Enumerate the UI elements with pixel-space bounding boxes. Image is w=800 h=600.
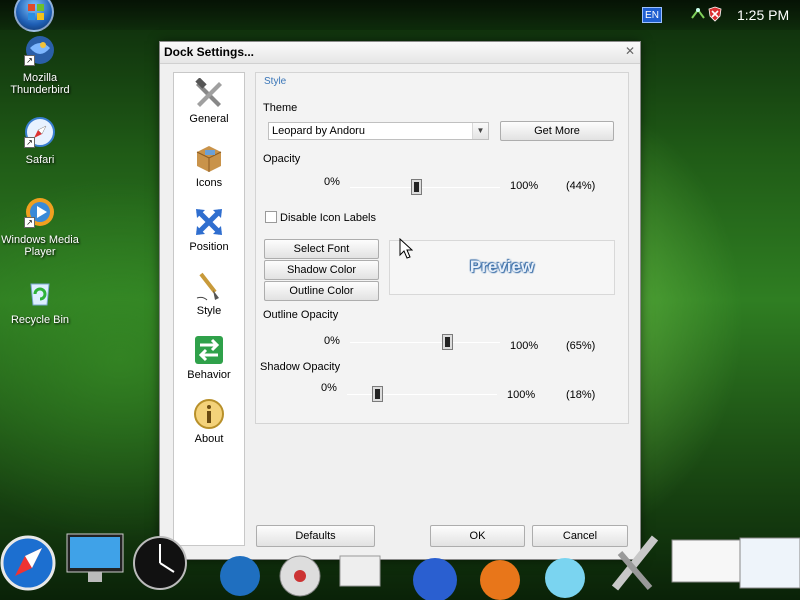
settings-nav: General Icons Position Style Behavior Ab… (173, 72, 245, 546)
clock-dock-icon[interactable] (133, 536, 187, 590)
monitor-dock-icon[interactable] (66, 533, 124, 582)
theme-select[interactable]: Leopard by Andoru ▼ (268, 122, 489, 140)
box-icon (193, 142, 225, 174)
desktop-icon-label: Mozilla Thunderbird (10, 72, 70, 96)
disable-labels-label[interactable]: Disable Icon Labels (280, 212, 376, 224)
dialog-titlebar[interactable]: Dock Settings... ✕ (160, 42, 640, 64)
desktop-icon-media-player[interactable]: ↗ Windows Media Player (0, 196, 80, 258)
top-bar: EN 1:25 PM (0, 0, 800, 32)
firefox-dock-icon[interactable] (480, 560, 520, 600)
shadow-opacity-max: 100% (507, 389, 536, 401)
shortcut-arrow-icon: ↗ (24, 137, 35, 148)
thunderbird-icon: ↗ (24, 34, 56, 66)
nav-label: Icons (195, 177, 223, 189)
media-player-icon: ↗ (24, 196, 56, 228)
preview-text: Preview (469, 257, 535, 276)
nav-item-about[interactable]: About (174, 398, 244, 445)
arrows-swap-icon (193, 334, 225, 366)
disable-labels-checkbox[interactable] (265, 211, 277, 223)
safari-dock-icon[interactable] (0, 535, 56, 591)
shadow-opacity-slider-thumb[interactable] (372, 386, 383, 402)
globe-dock-icon[interactable] (220, 556, 260, 596)
brush-icon (193, 270, 225, 302)
nav-item-position[interactable]: Position (174, 206, 244, 253)
group-title-style: Style (264, 76, 287, 87)
opacity-slider[interactable] (350, 187, 500, 188)
dialog-title: Dock Settings... (164, 45, 255, 59)
chevron-down-icon[interactable]: ▼ (472, 123, 488, 139)
desktop-icon-safari[interactable]: ↗ Safari (0, 116, 80, 166)
get-more-button[interactable]: Get More (500, 121, 614, 141)
outline-color-button[interactable]: Outline Color (264, 281, 379, 301)
outline-opacity-label: Outline Opacity (263, 309, 339, 321)
window-thumbnail-1[interactable] (671, 539, 743, 583)
shadow-opacity-label: Shadow Opacity (260, 361, 341, 373)
dock (0, 528, 800, 600)
desktop-icon-label: Windows Media Player (1, 234, 79, 258)
outline-opacity-min: 0% (324, 335, 340, 347)
outline-opacity-slider[interactable] (350, 342, 500, 343)
shadow-opacity-value: (18%) (566, 389, 596, 401)
dock-icons (0, 533, 800, 600)
opacity-label: Opacity (263, 153, 301, 165)
close-icon[interactable]: ✕ (623, 45, 637, 59)
hammer-wrench-icon (193, 77, 225, 110)
arrows-icon (193, 206, 225, 238)
network-icon[interactable] (690, 6, 706, 22)
desktop-icon-thunderbird[interactable]: ↗ Mozilla Thunderbird (0, 34, 80, 96)
nav-item-behavior[interactable]: Behavior (174, 334, 244, 381)
desktop-icon-label: Recycle Bin (10, 314, 70, 326)
outline-opacity-max: 100% (510, 340, 539, 352)
theme-label: Theme (263, 102, 298, 114)
finder-dock-icon[interactable] (339, 555, 381, 587)
aqua-dock-icon[interactable] (545, 558, 585, 598)
info-icon (193, 398, 225, 430)
nav-item-general[interactable]: General (174, 77, 244, 125)
opacity-value: (44%) (566, 180, 596, 192)
nav-label: Position (189, 241, 229, 253)
shadow-opacity-min: 0% (321, 382, 337, 394)
recycle-bin-icon (24, 276, 56, 308)
desktop-icon-recycle-bin[interactable]: Recycle Bin (0, 276, 80, 326)
clock[interactable]: 1:25 PM (737, 7, 789, 23)
outline-opacity-value: (65%) (566, 340, 596, 352)
select-font-button[interactable]: Select Font (264, 239, 379, 259)
desktop-icon-label: Safari (25, 154, 55, 166)
nav-item-style[interactable]: Style (174, 270, 244, 317)
shadow-opacity-slider[interactable] (347, 394, 497, 395)
theme-selected-value: Leopard by Andoru (272, 125, 365, 137)
nav-label: Style (196, 305, 222, 317)
nav-item-icons[interactable]: Icons (174, 142, 244, 189)
shadow-color-button[interactable]: Shadow Color (264, 260, 379, 280)
mouse-cursor-icon (399, 238, 413, 259)
window-thumbnail-2[interactable] (739, 537, 800, 589)
media-dock-icon[interactable] (279, 555, 321, 597)
start-button[interactable] (14, 0, 54, 32)
opacity-max: 100% (510, 180, 539, 192)
language-indicator[interactable]: EN (642, 7, 662, 23)
shortcut-arrow-icon: ↗ (24, 217, 35, 228)
blue-orb-dock-icon[interactable] (413, 558, 457, 600)
opacity-slider-thumb[interactable] (411, 179, 422, 195)
tools-dock-icon[interactable] (611, 535, 659, 591)
safari-icon: ↗ (24, 116, 56, 148)
nav-label: About (194, 433, 224, 445)
security-shield-icon[interactable] (707, 6, 723, 22)
nav-label: General (189, 113, 229, 125)
outline-opacity-slider-thumb[interactable] (442, 334, 453, 350)
dock-settings-dialog: Dock Settings... ✕ General Icons Positio… (159, 41, 641, 560)
nav-label: Behavior (187, 369, 231, 381)
opacity-min: 0% (324, 176, 340, 188)
shortcut-arrow-icon: ↗ (24, 55, 35, 66)
preview-box: Preview (389, 240, 615, 295)
